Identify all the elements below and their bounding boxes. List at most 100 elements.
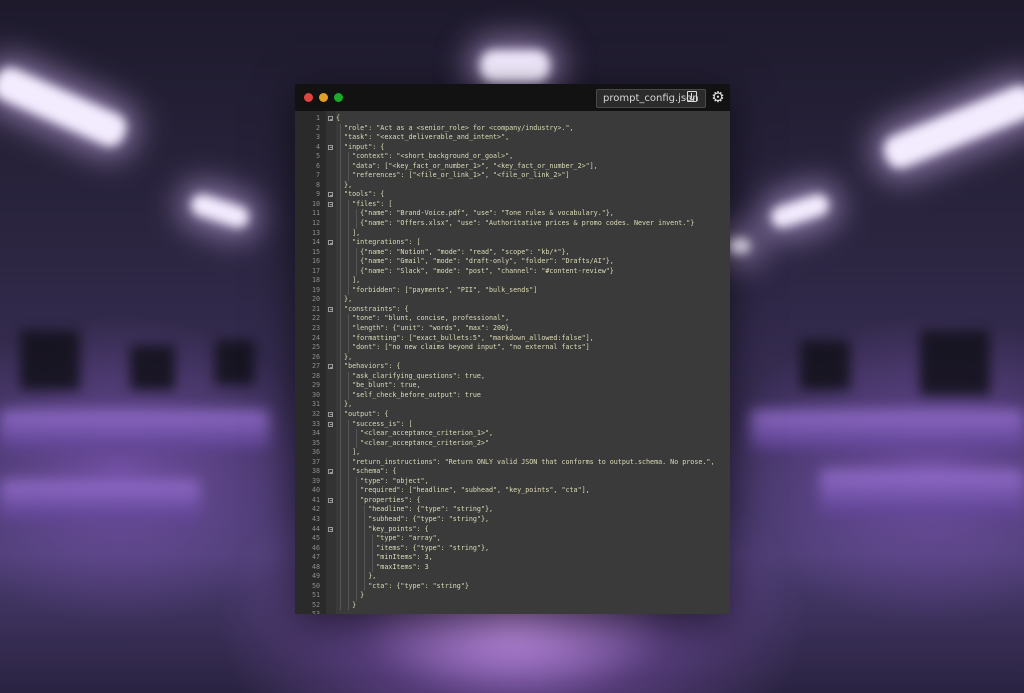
code-lines: 1{2 "role": "Act as a <senior_role> for …: [295, 114, 730, 614]
minimize-window-button[interactable]: [319, 93, 328, 102]
ceiling-light: [768, 191, 832, 231]
code-line: 22 "tone": "blunt, concise, professional…: [295, 314, 730, 325]
fold-toggle-icon[interactable]: [328, 116, 333, 121]
code-line: 9 "tools": {: [295, 190, 730, 200]
code-line: 44 "key_points": {: [295, 524, 730, 535]
line-number: 46: [311, 543, 320, 552]
download-icon[interactable]: [687, 91, 697, 102]
line-number: 48: [311, 562, 320, 571]
line-number: 45: [311, 534, 320, 543]
code-text: "required": ["headline", "subhead", "key…: [336, 486, 590, 495]
code-text: {"name": "Gmail", "mode": "draft-only", …: [336, 257, 614, 266]
line-number: 9: [315, 190, 320, 199]
fold-toggle-icon[interactable]: [328, 411, 333, 417]
line-number: 36: [311, 448, 320, 457]
code-line: 52 }: [295, 600, 730, 611]
code-text: "items": {"type": "string"},: [336, 543, 489, 552]
line-number: 43: [311, 514, 320, 523]
code-text: "be_blunt": true,: [336, 381, 421, 390]
code-line: 30 "self_check_before_output": true: [295, 390, 730, 401]
code-line: 50 "cta": {"type": "string"}: [295, 581, 730, 592]
ceiling-light: [0, 62, 131, 152]
code-text: "data": ["<key_fact_or_number_1>", "<key…: [336, 161, 598, 170]
title-bar: prompt_config.json ⚙: [295, 84, 730, 111]
line-number: 8: [315, 180, 320, 189]
monitor-shape: [215, 340, 255, 385]
line-number: 33: [311, 419, 320, 428]
fold-toggle-icon[interactable]: [328, 526, 333, 532]
line-number: 10: [311, 199, 320, 208]
line-number: 20: [311, 295, 320, 304]
code-line: 28 "ask_clarifying_questions": true,: [295, 371, 730, 382]
maximize-window-button[interactable]: [334, 93, 343, 102]
code-text: ],: [336, 448, 361, 457]
code-text: },: [336, 295, 353, 304]
code-text: "behaviors": {: [336, 362, 401, 371]
close-window-button[interactable]: [304, 93, 313, 102]
code-text: "tone": "blunt, concise, professional",: [336, 314, 510, 323]
line-number: 49: [311, 572, 320, 581]
code-line: 2 "role": "Act as a <senior_role> for <c…: [295, 123, 730, 134]
desk-shape: [0, 480, 200, 520]
code-line: 38 "schema": {: [295, 467, 730, 477]
line-number: 38: [311, 467, 320, 476]
code-line: 33 "success_is": [: [295, 419, 730, 430]
gear-icon[interactable]: ⚙: [710, 89, 726, 105]
code-line: 25 "dont": ["no new claims beyond input"…: [295, 343, 730, 353]
code-text: {: [336, 114, 341, 122]
line-number: 42: [311, 505, 320, 514]
code-text: "schema": {: [336, 467, 397, 476]
code-text: ],: [336, 276, 361, 285]
code-text: },: [336, 400, 353, 409]
code-line: 7 "references": ["<file_or_link_1>", "<f…: [295, 171, 730, 181]
line-number: 51: [311, 591, 320, 600]
fold-toggle-icon[interactable]: [328, 306, 333, 312]
line-number: 52: [311, 600, 320, 609]
line-number: 30: [311, 390, 320, 399]
fold-toggle-icon[interactable]: [328, 201, 333, 207]
line-number: 25: [311, 343, 320, 352]
code-text: "forbidden": ["payments", "PII", "bulk_s…: [336, 285, 538, 294]
code-text: "dont": ["no new claims beyond input", "…: [336, 343, 590, 352]
code-text: "properties": {: [336, 495, 421, 504]
fold-toggle-icon[interactable]: [328, 144, 333, 150]
code-line: 10 "files": [: [295, 199, 730, 210]
monitor-shape: [800, 340, 850, 390]
monitor-shape: [20, 330, 80, 390]
code-text: "key_points": {: [336, 524, 429, 533]
code-text: {"name": "Notion", "mode": "read", "scop…: [336, 247, 570, 256]
code-line: 35 "<clear_acceptance_criterion_2>": [295, 438, 730, 449]
line-number: 41: [311, 495, 320, 504]
code-text: {"name": "Brand-Voice.pdf", "use": "Tone…: [336, 209, 614, 218]
code-line: 5 "context": "<short_background_or_goal>…: [295, 152, 730, 162]
code-editor[interactable]: 1{2 "role": "Act as a <senior_role> for …: [295, 111, 730, 614]
code-line: 8 },: [295, 180, 730, 191]
code-line: 32 "output": {: [295, 409, 730, 420]
code-text: {"name": "Slack", "mode": "post", "chann…: [336, 266, 614, 275]
fold-toggle-icon[interactable]: [328, 192, 333, 198]
code-line: 17 {"name": "Slack", "mode": "post", "ch…: [295, 266, 730, 277]
fold-toggle-icon[interactable]: [328, 469, 333, 475]
code-line: 53: [295, 610, 730, 614]
line-number: 22: [311, 314, 320, 323]
code-text: "ask_clarifying_questions": true,: [336, 371, 485, 380]
code-line: 12 {"name": "Offers.xlsx", "use": "Autho…: [295, 219, 730, 229]
fold-toggle-icon[interactable]: [328, 364, 333, 370]
code-text: "files": [: [336, 199, 393, 208]
line-number: 27: [311, 362, 320, 371]
code-line: 45 "type": "array",: [295, 534, 730, 544]
code-text: "type": "object",: [336, 476, 429, 485]
line-number: 13: [311, 228, 320, 237]
code-line: 39 "type": "object",: [295, 476, 730, 487]
line-number: 2: [315, 123, 320, 132]
line-number: 19: [311, 285, 320, 294]
monitor-shape: [920, 330, 990, 395]
code-line: 43 "subhead": {"type": "string"},: [295, 514, 730, 525]
fold-toggle-icon[interactable]: [328, 240, 333, 246]
desk-shape: [0, 410, 270, 450]
line-number: 16: [311, 257, 320, 266]
code-line: 26 },: [295, 352, 730, 363]
fold-toggle-icon[interactable]: [328, 497, 333, 503]
code-text: ],: [336, 228, 361, 237]
fold-toggle-icon[interactable]: [328, 421, 333, 427]
